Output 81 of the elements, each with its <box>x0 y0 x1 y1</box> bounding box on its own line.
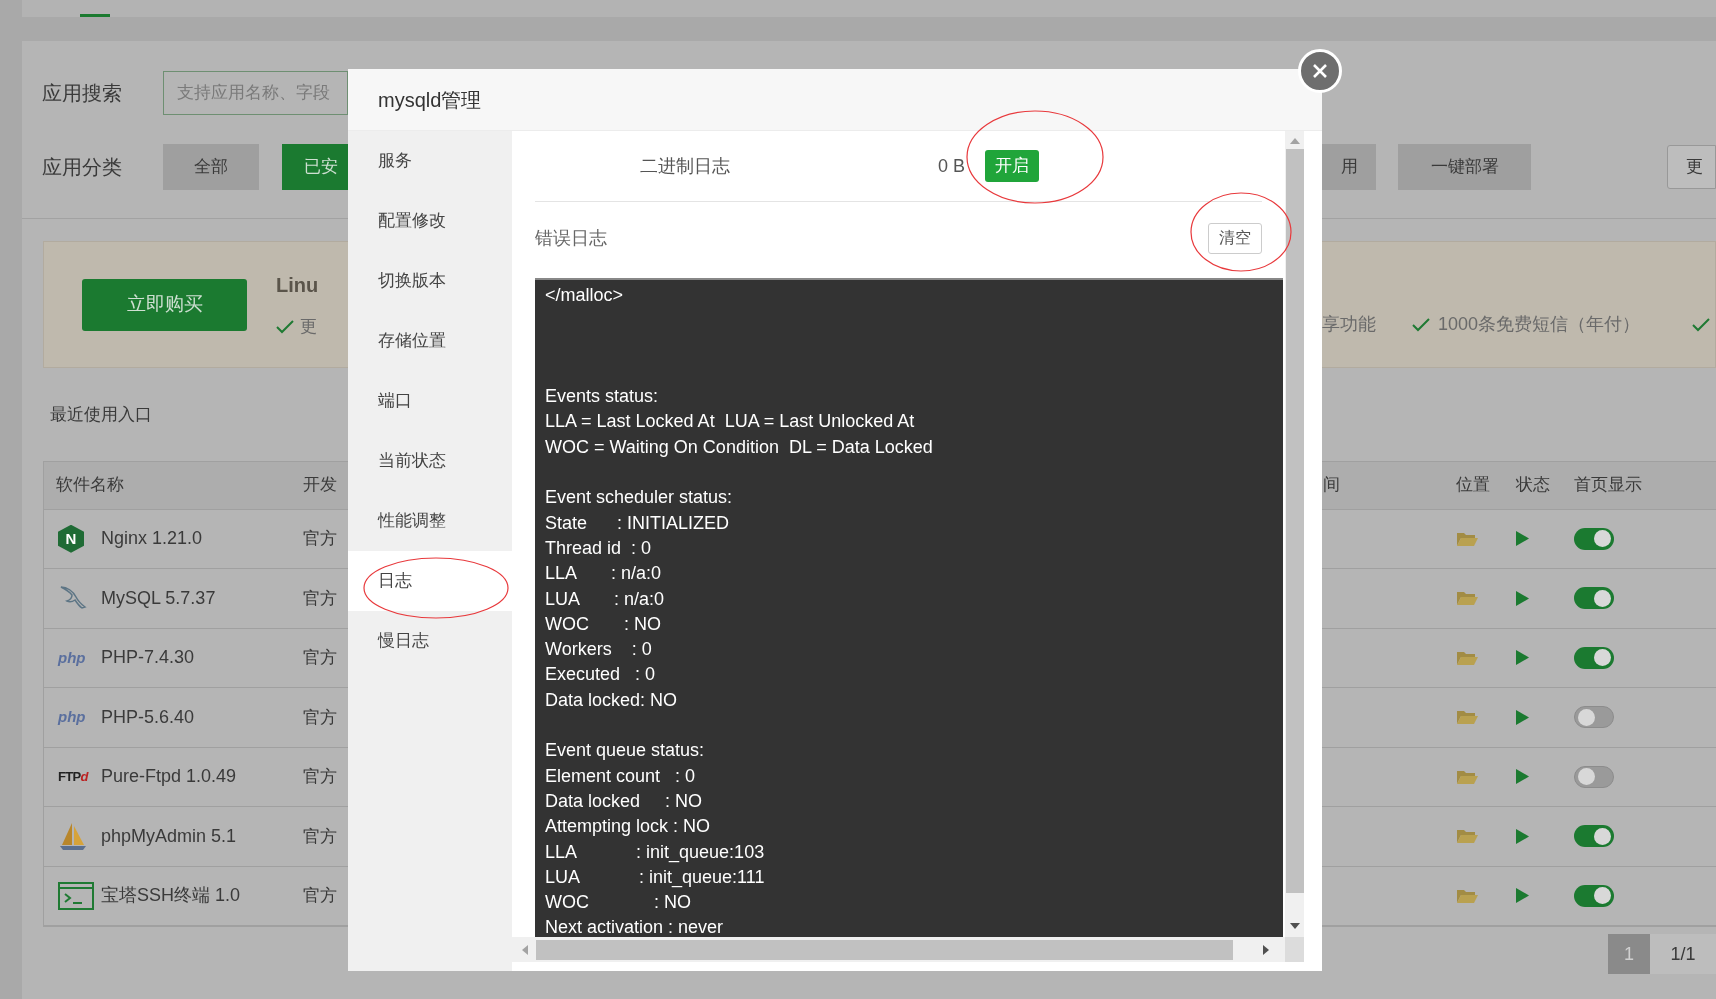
terminal-icon <box>58 881 94 910</box>
column-header: 软件名称 <box>56 474 125 497</box>
toggle-switch[interactable] <box>1574 765 1614 788</box>
vendor-cell-text: 官方 <box>303 528 337 550</box>
column-header: 位置 <box>1456 474 1491 497</box>
vendor-cell-text: 官方 <box>303 587 337 610</box>
vendor-cell-text: 官方 <box>303 825 337 848</box>
folder-icon[interactable] <box>1456 590 1479 607</box>
software-name[interactable]: PHP-5.6.40 <box>101 703 303 731</box>
sailboat-icon <box>58 821 88 852</box>
horizontal-scrollbar[interactable] <box>512 937 1285 962</box>
error-log-label: 错误日志 <box>535 226 607 250</box>
scrollbar-corner <box>1285 937 1304 962</box>
vendor-cell-text: 官方 <box>303 647 337 669</box>
play-icon[interactable] <box>1516 709 1529 725</box>
modal-title: mysqld管理 <box>378 87 482 113</box>
scroll-down-icon[interactable] <box>1289 923 1300 929</box>
buy-button[interactable]: 立即购买 <box>82 278 247 331</box>
play-icon[interactable] <box>1516 650 1529 666</box>
binary-log-size: 0 B <box>938 154 966 178</box>
folder-icon[interactable] <box>1456 768 1479 785</box>
scroll-left-icon[interactable] <box>522 944 528 955</box>
toggle-switch[interactable] <box>1574 527 1614 550</box>
feature-text: 享功能 <box>1322 313 1376 336</box>
close-icon <box>1312 63 1328 79</box>
vendor-cell-text: 官方 <box>303 766 337 788</box>
toggle-switch[interactable] <box>1574 706 1614 729</box>
play-icon[interactable] <box>1516 531 1529 547</box>
play-icon[interactable] <box>1516 888 1529 904</box>
software-name[interactable]: Pure-Ftpd 1.0.49 <box>101 763 303 791</box>
toggle-switch[interactable] <box>1574 825 1614 848</box>
feature-text: 1000条免费短信（年付） <box>1438 313 1641 336</box>
scroll-right-icon[interactable] <box>1263 944 1269 955</box>
column-header: 间 <box>1323 474 1341 497</box>
folder-icon[interactable] <box>1456 887 1479 904</box>
binary-log-label: 二进制日志 <box>640 154 731 178</box>
column-header: 开发 <box>303 474 337 497</box>
vendor-cell-text: 官方 <box>303 706 337 729</box>
promo-title: Linu <box>276 272 319 298</box>
category-button[interactable]: 全部 <box>163 144 259 190</box>
ftp-logo: FTPd <box>58 768 90 786</box>
nginx-logo: N <box>58 524 84 553</box>
clear-button[interactable]: 清空 <box>1208 222 1262 254</box>
feature-text: 更 <box>300 315 317 338</box>
php-logo: php <box>58 647 87 668</box>
check-icon <box>276 319 294 334</box>
vertical-scrollbar[interactable] <box>1285 131 1304 937</box>
folder-icon[interactable] <box>1456 530 1479 547</box>
category-button[interactable]: 一键部署 <box>1398 144 1531 190</box>
search-label: 应用搜索 <box>42 81 123 106</box>
software-name[interactable]: phpMyAdmin 5.1 <box>101 822 303 850</box>
category-button[interactable]: 已安 <box>282 144 348 190</box>
page-button[interactable]: 1/1 <box>1650 934 1716 974</box>
recent-label: 最近使用入口 <box>50 404 152 426</box>
folder-icon[interactable] <box>1456 709 1479 726</box>
software-name[interactable]: PHP-7.4.30 <box>101 644 303 672</box>
play-icon[interactable] <box>1516 769 1529 785</box>
sidebar-item[interactable]: 日志 <box>348 551 512 611</box>
play-icon[interactable] <box>1516 828 1529 844</box>
check-icon <box>1412 317 1430 332</box>
toggle-switch[interactable] <box>1574 884 1614 907</box>
vendor-cell-text: 官方 <box>303 885 337 907</box>
scroll-up-icon[interactable] <box>1289 138 1300 144</box>
column-header: 首页显示 <box>1574 474 1642 497</box>
column-header: 状态 <box>1516 474 1551 497</box>
toggle-switch[interactable] <box>1574 587 1614 610</box>
folder-icon[interactable] <box>1456 649 1479 666</box>
software-name[interactable]: 宝塔SSH终端 1.0 <box>101 882 303 910</box>
enable-button[interactable]: 开启 <box>985 150 1040 182</box>
category-button[interactable]: 更 <box>1667 145 1716 189</box>
category-button[interactable]: 用 <box>1322 144 1376 190</box>
software-name[interactable]: MySQL 5.7.37 <box>101 584 303 612</box>
software-name[interactable]: Nginx 1.21.0 <box>101 525 303 553</box>
play-icon[interactable] <box>1516 590 1529 606</box>
category-label: 应用分类 <box>42 155 123 180</box>
search-field[interactable]: 支持应用名称、字段 <box>163 71 348 115</box>
folder-icon[interactable] <box>1456 828 1479 845</box>
toggle-switch[interactable] <box>1574 646 1614 669</box>
check-icon <box>1692 317 1711 332</box>
log-output: </malloc> Events status: LLA = Last Locked At LUA = Last Unlocked At WOC = Waiting On Condition DL = Data Locked Event scheduler status: State : INITIALIZED Thread id : 0 LLA : n/a:0 LUA : n/a:0 WOC : NO Workers : 0 Executed : 0 Data locked: NO Event queue status: Element count : 0 Data locked : NO Attempting lock : NO LLA : init_queue:103 LUA : init_queue:111 WOC : NO Next activation : never <box>535 278 1283 937</box>
php-logo: php <box>58 707 87 727</box>
